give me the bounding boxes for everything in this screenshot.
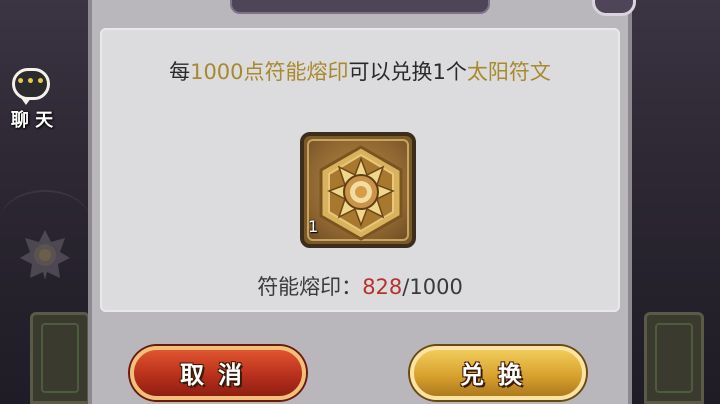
message-reward: 太阳符文	[466, 60, 551, 84]
stat-label: 符能熔印：	[257, 275, 363, 299]
exchange-button[interactable]: 兑换	[410, 346, 586, 400]
close-button[interactable]	[592, 0, 636, 16]
dialog-header	[230, 0, 490, 14]
chat-button[interactable]: ••• 聊 天	[4, 66, 60, 132]
background-card-right	[644, 312, 704, 404]
chat-bubble-icon: •••	[12, 68, 50, 105]
exchange-message: 每1000点符能熔印可以兑换1个太阳符文	[100, 56, 620, 86]
chat-dots: •••	[16, 74, 46, 90]
stat-current: 828	[362, 275, 403, 299]
message-middle: 可以兑换1个	[348, 60, 467, 84]
item-count: 1	[308, 217, 319, 236]
message-amount: 1000点符能熔印	[190, 60, 349, 84]
reward-item-frame	[307, 139, 409, 241]
reward-item-slot[interactable]: 1	[300, 132, 416, 248]
cancel-button[interactable]: 取消	[130, 346, 306, 400]
chat-label: 聊 天	[10, 110, 54, 131]
message-prefix: 每	[169, 60, 191, 84]
side-rune-icon	[20, 230, 70, 280]
stat-required: 1000	[409, 275, 463, 299]
background-card-left	[30, 312, 90, 404]
sun-rune-icon	[319, 145, 403, 241]
fusion-stat: 符能熔印：828/1000	[100, 271, 620, 301]
